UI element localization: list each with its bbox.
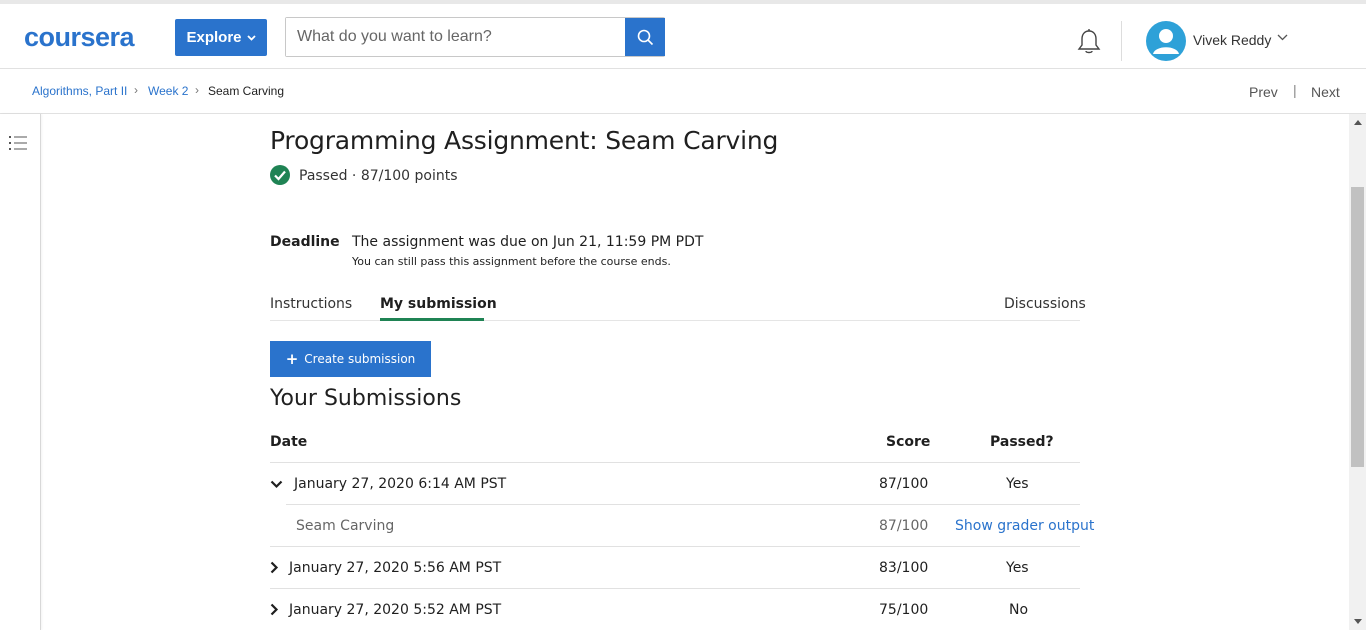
plus-icon: + — [285, 350, 299, 368]
column-header-score: Score — [886, 434, 931, 450]
chevron-down-icon[interactable] — [270, 480, 283, 489]
submissions-heading: Your Submissions — [270, 386, 462, 411]
avatar[interactable] — [1146, 21, 1186, 61]
create-submission-button[interactable]: + Create submission — [270, 341, 431, 377]
chevron-right-icon: › — [195, 83, 199, 97]
check-circle-icon — [270, 165, 290, 185]
next-link[interactable]: Next — [1311, 84, 1340, 100]
breadcrumb: Algorithms, Part II › Week 2 › Seam Carv… — [0, 69, 1366, 114]
submission-score: 83/100 — [879, 560, 929, 576]
submission-score: 87/100 — [879, 476, 929, 492]
page-title: Programming Assignment: Seam Carving — [270, 126, 779, 155]
tab-instructions[interactable]: Instructions — [270, 296, 352, 312]
table-divider — [270, 588, 1080, 589]
search-input[interactable] — [286, 18, 625, 56]
tab-my-submission[interactable]: My submission — [380, 296, 497, 312]
search-button[interactable] — [625, 18, 665, 56]
submission-score: 75/100 — [879, 602, 929, 618]
explore-button[interactable]: Explore — [175, 19, 267, 56]
chevron-right-icon: › — [134, 83, 138, 97]
search-icon — [637, 29, 653, 45]
breadcrumb-week[interactable]: Week 2 — [148, 84, 188, 98]
active-tab-indicator — [380, 318, 484, 321]
top-header: coursera Explore Vivek Reddy — [0, 0, 1366, 69]
chevron-down-icon[interactable] — [1277, 34, 1288, 41]
deadline-note: You can still pass this assignment befor… — [352, 255, 671, 268]
table-divider — [286, 504, 1080, 505]
column-header-passed: Passed? — [990, 434, 1054, 450]
search-bar — [285, 17, 665, 57]
explore-label: Explore — [186, 29, 242, 46]
scroll-up-arrow-icon[interactable] — [1354, 120, 1362, 125]
submission-passed: Yes — [1006, 560, 1029, 576]
scrollbar-thumb[interactable] — [1351, 187, 1364, 467]
table-divider — [270, 462, 1080, 463]
scrollbar[interactable] — [1349, 114, 1366, 630]
part-score: 87/100 — [879, 518, 929, 534]
header-divider — [1121, 21, 1122, 61]
list-menu-icon[interactable] — [9, 135, 27, 151]
user-icon — [1153, 29, 1179, 54]
submission-date: January 27, 2020 5:52 AM PST — [289, 602, 502, 618]
user-name[interactable]: Vivek Reddy — [1193, 32, 1271, 48]
prev-link[interactable]: Prev — [1249, 84, 1278, 100]
bell-icon[interactable] — [1076, 28, 1102, 56]
prev-next-divider: | — [1293, 82, 1297, 98]
deadline-text: The assignment was due on Jun 21, 11:59 … — [352, 234, 704, 250]
status-text: Passed · 87/100 points — [299, 168, 458, 184]
submission-date: January 27, 2020 6:14 AM PST — [294, 476, 507, 492]
left-rail — [0, 114, 41, 630]
chevron-right-icon[interactable] — [270, 603, 279, 616]
table-divider — [270, 546, 1080, 547]
submission-date: January 27, 2020 5:56 AM PST — [289, 560, 502, 576]
deadline-label: Deadline — [270, 234, 340, 250]
create-submission-label: Create submission — [304, 352, 416, 366]
show-grader-output-link[interactable]: Show grader output — [955, 518, 1094, 534]
chevron-right-icon[interactable] — [270, 561, 279, 574]
scroll-down-arrow-icon[interactable] — [1354, 619, 1362, 624]
breadcrumb-current: Seam Carving — [208, 84, 285, 98]
breadcrumb-course[interactable]: Algorithms, Part II — [32, 84, 127, 98]
chevron-down-icon — [246, 34, 256, 41]
submission-passed: Yes — [1006, 476, 1029, 492]
part-name: Seam Carving — [296, 518, 395, 534]
column-header-date: Date — [270, 434, 308, 450]
coursera-logo[interactable]: coursera — [24, 22, 135, 53]
submission-passed: No — [1009, 602, 1029, 618]
tab-discussions[interactable]: Discussions — [1004, 296, 1086, 312]
